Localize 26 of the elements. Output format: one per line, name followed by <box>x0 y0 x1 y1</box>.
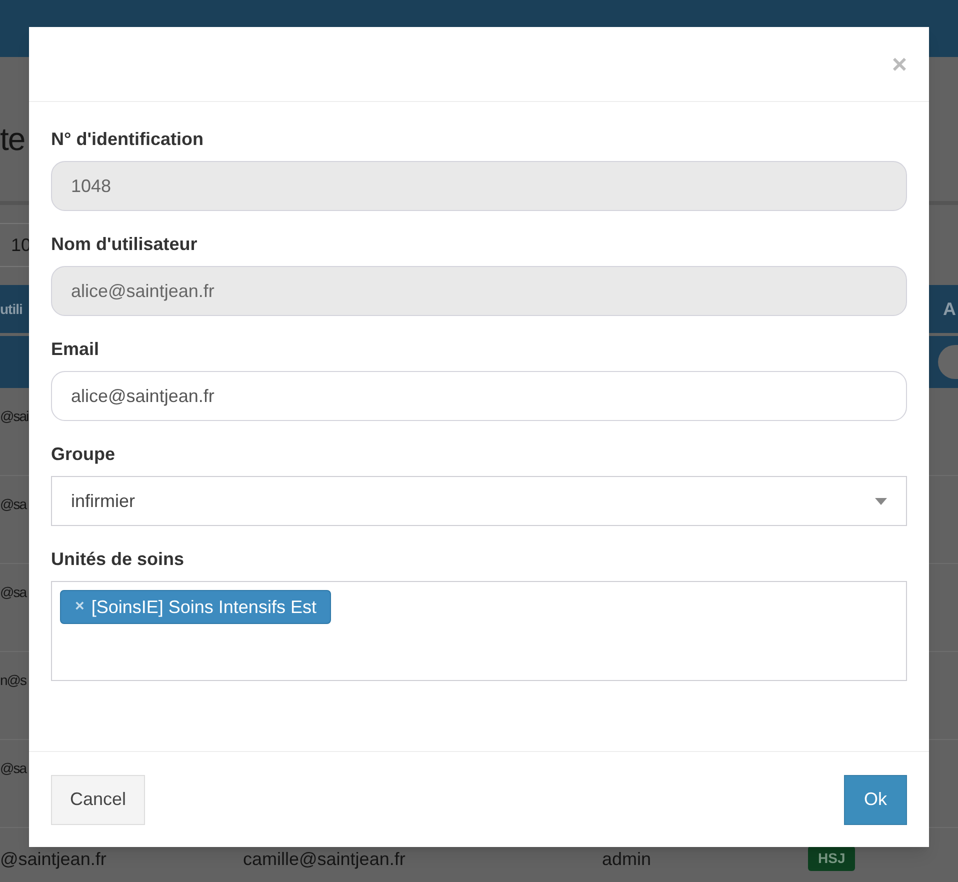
table-cell-text: admin <box>602 848 652 871</box>
table-cell-text: camille@saintjean.fr <box>243 848 406 871</box>
table-cell-text: @sa <box>0 495 26 514</box>
table-cell-text: n@s <box>0 671 26 690</box>
remove-tag-button[interactable]: × <box>75 595 84 619</box>
badge: HSJ <box>808 846 856 871</box>
column-header: A <box>943 298 956 320</box>
field-label: Email <box>51 338 100 360</box>
caret-icon <box>875 498 887 504</box>
field-label: Groupe <box>51 443 116 465</box>
field-label: Nom d'utilisateur <box>51 233 198 255</box>
field-label: N° d'identification <box>51 128 204 150</box>
table-cell-text: @sa <box>0 583 26 602</box>
multi-select-field[interactable]: × [SoinsIE] Soins Intensifs Est <box>51 581 907 681</box>
field-label: Unités de soins <box>51 548 184 570</box>
text-field[interactable]: alice@saintjean.fr <box>51 371 907 421</box>
tag: × [SoinsIE] Soins Intensifs Est <box>60 590 332 624</box>
select-field[interactable]: infirmier <box>51 476 907 526</box>
cancel-button[interactable]: Cancel <box>51 774 146 824</box>
page-title: te <box>0 120 25 159</box>
column-header: utili <box>0 300 22 318</box>
filter-field[interactable] <box>938 345 958 379</box>
table-cell-text: @sai <box>0 407 28 426</box>
ok-button[interactable]: Ok <box>844 774 907 824</box>
table-cell-text: @saintjean.fr <box>0 848 108 871</box>
table-cell-text: @sa <box>0 759 26 778</box>
